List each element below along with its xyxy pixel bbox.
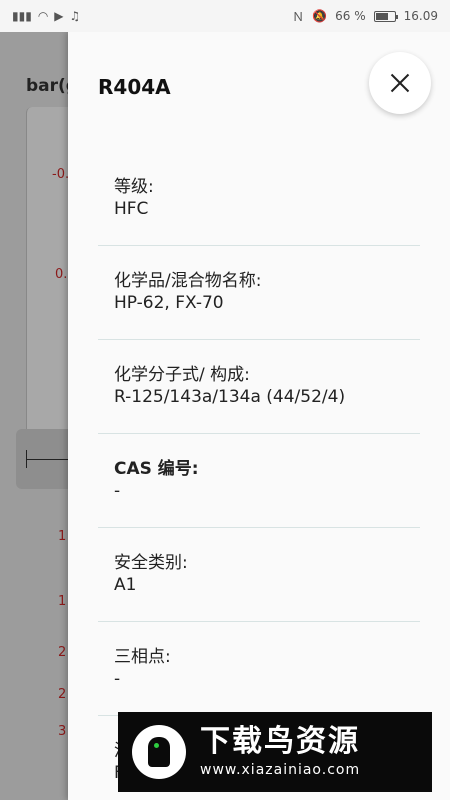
status-bar: ▮▮▮ ◠ ▶ ♫ Ｎ 🔕 66 % 16.09 [0,0,450,32]
property-item: 安全类别: A1 [98,528,420,622]
mute-icon: 🔕 [312,9,328,23]
play-icon: ▶ [54,9,64,23]
property-item: 三相点: - [98,622,420,716]
watermark-url: www.xiazainiao.com [200,762,361,778]
background-value: 3 [58,724,67,739]
music-icon: ♫ [69,9,81,23]
close-button[interactable] [369,52,431,114]
battery-icon [373,10,398,22]
property-item: 化学品/混合物名称: HP-62, FX-70 [98,246,420,340]
wifi-icon: ◠ [37,9,49,23]
property-value: A1 [114,575,137,595]
detail-panel: R404A 等级: HFC 化学品/混合物名称: HP-62, FX-70 化学… [68,32,450,800]
property-value: HFC [114,199,149,219]
property-list: 等级: HFC 化学品/混合物名称: HP-62, FX-70 化学分子式/ 构… [98,152,420,800]
property-value: - [114,481,121,501]
status-left-icons: ▮▮▮ ◠ ▶ ♫ [12,9,80,23]
watermark-text: 下载鸟资源 www.xiazainiao.com [200,724,360,780]
close-icon [390,73,410,93]
background-line [26,459,70,460]
property-label: 化学分子式/ 构成: [114,365,250,385]
background-tick [26,450,27,468]
property-label: 化学品/混合物名称: [114,271,262,291]
property-label: 等级: [114,177,154,197]
property-item: 等级: HFC [98,152,420,246]
background-value: 2 [58,687,67,702]
background-value: 0. [55,267,68,282]
nfc-icon: Ｎ [292,9,305,24]
clock: 16.09 [403,9,438,23]
property-label: CAS 编号: [114,459,199,479]
property-item: CAS 编号: - [98,434,420,528]
property-label: 三相点: [114,647,171,667]
status-right-icons: Ｎ 🔕 66 % 16.09 [292,8,438,25]
property-value: - [114,669,121,689]
watermark-banner: 下载鸟资源 www.xiazainiao.com [118,712,432,792]
background-value: 1 [58,529,67,544]
property-label: 安全类别: [114,553,188,573]
background-value: -0. [52,167,70,182]
property-value: R-125/143a/134a (44/52/4) [114,387,346,407]
battery-percent: 66 % [335,9,366,23]
bird-logo-icon [132,725,186,779]
background-value: 1 [58,594,67,609]
signal-icon: ▮▮▮ [12,9,32,23]
background-value: 2 [58,645,67,660]
property-value: HP-62, FX-70 [114,293,224,313]
watermark-brand: 下载鸟资源 [200,724,360,759]
property-item: 化学分子式/ 构成: R-125/143a/134a (44/52/4) [98,340,420,434]
panel-title: R404A [98,75,171,99]
